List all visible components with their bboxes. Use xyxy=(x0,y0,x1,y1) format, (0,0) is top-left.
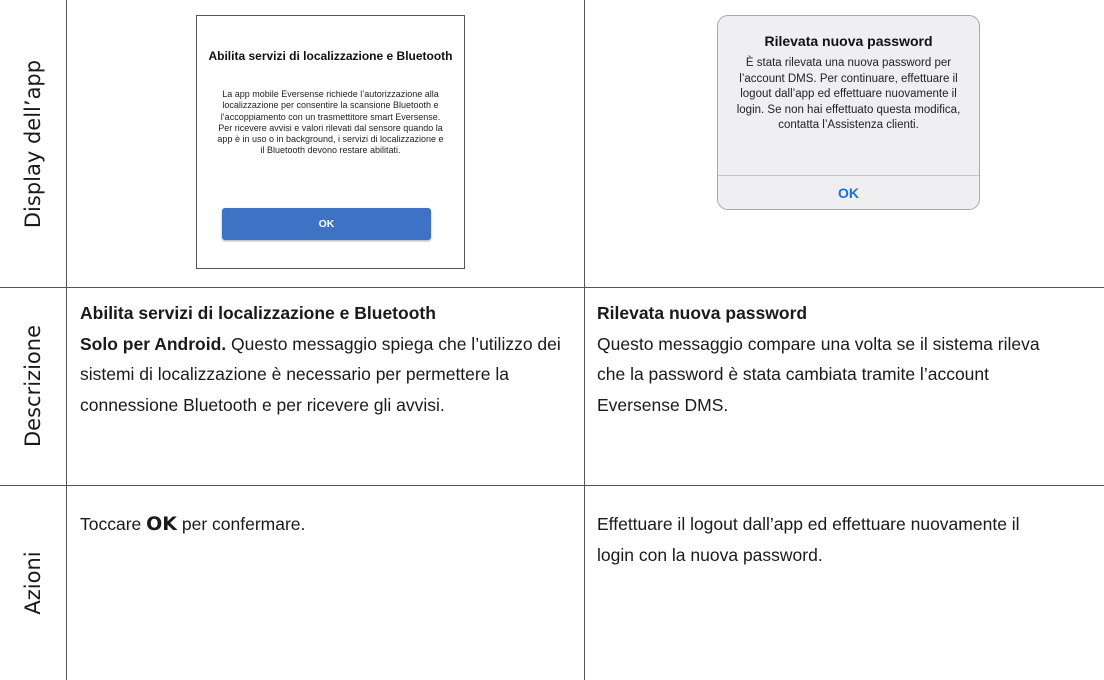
android-ok-button[interactable]: OK xyxy=(222,208,431,240)
description-right-title: Rilevata nuova password xyxy=(597,303,808,323)
android-dialog-title: Abilita servizi di localizzazione e Blue… xyxy=(208,49,453,63)
row-header-actions-label: Azioni xyxy=(21,550,45,615)
row-divider-2 xyxy=(0,485,1104,486)
action-left-pre: Toccare xyxy=(80,514,147,534)
row-header-actions: Azioni xyxy=(0,485,66,680)
ios-alert-body: È stata rilevata una nuova password per … xyxy=(736,57,961,132)
action-left-ok: OK xyxy=(146,513,178,535)
description-left-title: Abilita servizi di localizzazione e Blue… xyxy=(80,303,436,323)
android-dialog-body: La app mobile Eversense richiede l’autor… xyxy=(217,89,444,156)
action-left: Toccare OK per confermare. xyxy=(80,509,574,540)
action-right-text: Effettuare il logout dall’app ed effettu… xyxy=(597,514,1020,565)
row-divider-1 xyxy=(0,287,1104,288)
android-location-dialog: Abilita servizi di localizzazione e Blue… xyxy=(196,15,465,269)
action-left-post: per confermare. xyxy=(177,514,306,534)
description-left-paragraph: Solo per Android. Questo messaggio spieg… xyxy=(80,329,574,421)
row-header-description-label: Descrizione xyxy=(21,325,45,447)
description-right: Rilevata nuova password Questo messaggio… xyxy=(597,298,1067,420)
ios-password-alert: Rilevata nuova password È stata rilevata… xyxy=(717,15,980,210)
ios-ok-button[interactable]: OK xyxy=(718,176,979,209)
column-divider-header xyxy=(66,0,67,680)
action-right: Effettuare il logout dall’app ed effettu… xyxy=(597,509,1047,570)
row-header-description: Descrizione xyxy=(0,287,66,485)
description-right-text: Questo messaggio compare una volta se il… xyxy=(597,333,1040,415)
row-header-display: Display dell’app xyxy=(0,0,66,287)
description-left: Abilita servizi di localizzazione e Blue… xyxy=(80,298,574,420)
column-divider-middle xyxy=(584,0,585,680)
ios-alert-title: Rilevata nuova password xyxy=(764,33,933,49)
description-left-lead: Solo per Android. xyxy=(80,333,227,354)
row-header-display-label: Display dell’app xyxy=(21,59,45,228)
